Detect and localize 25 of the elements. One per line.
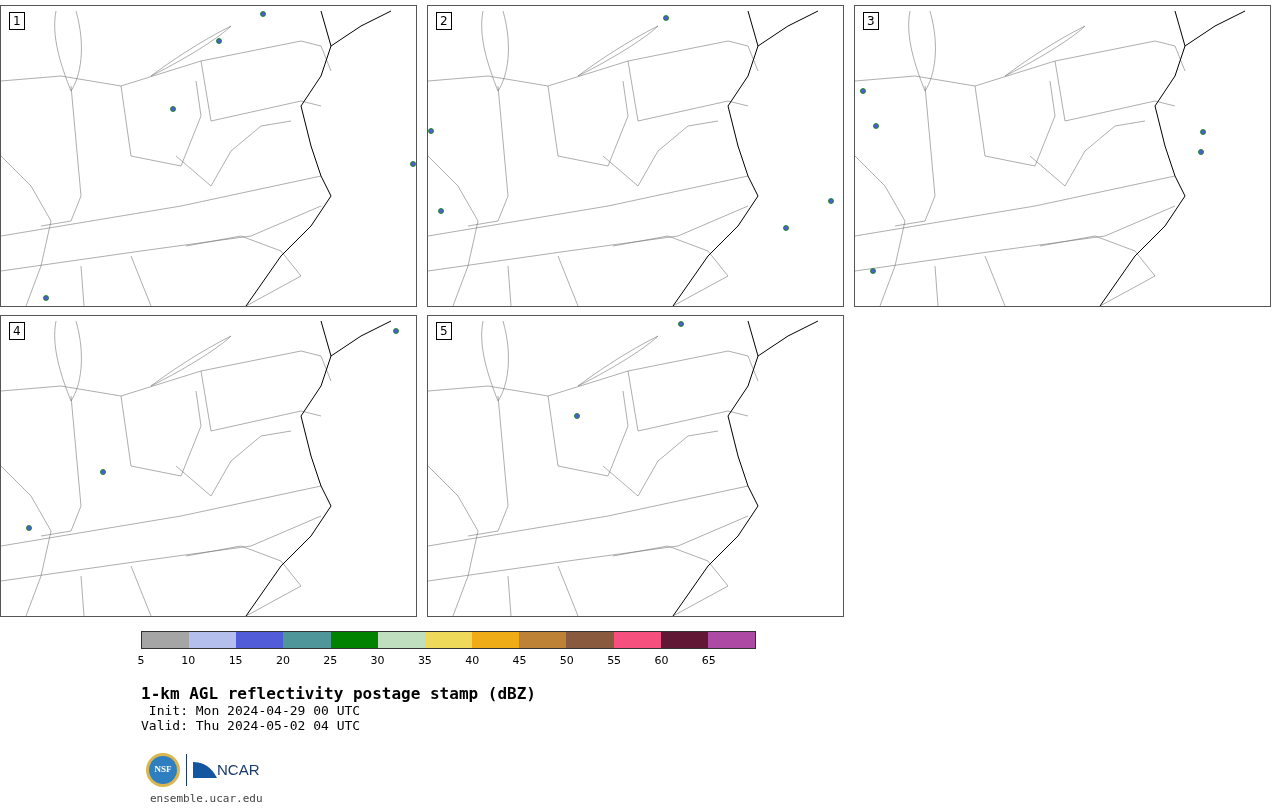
panel-number: 3: [863, 12, 879, 30]
tick-label: 40: [465, 655, 480, 667]
tick-label: 30: [370, 655, 385, 667]
tick-label: 20: [275, 655, 290, 667]
chart-title: 1-km AGL reflectivity postage stamp (dBZ): [141, 685, 537, 703]
website-url: ensemble.ucar.edu: [150, 791, 264, 807]
panel-number: 2: [436, 12, 452, 30]
tick-label: 5: [137, 655, 145, 667]
panel-number: 1: [9, 12, 25, 30]
arc-logo-icon: [193, 760, 217, 780]
tick-label: 10: [181, 655, 196, 667]
tick-label: 45: [512, 655, 527, 667]
init-time: Init: Mon 2024-04-29 00 UTC: [147, 703, 362, 718]
logo-text: NCAR: [217, 759, 260, 780]
valid-time: Valid: Thu 2024-05-02 04 UTC: [141, 718, 362, 733]
tick-label: 60: [654, 655, 669, 667]
tick-label: 55: [607, 655, 622, 667]
tick-label: 50: [559, 655, 574, 667]
panel-number: 5: [436, 322, 452, 340]
tick-label: 15: [228, 655, 243, 667]
panel-number: 4: [9, 322, 25, 340]
logo-text: NSF: [154, 763, 172, 777]
tick-label: 35: [417, 655, 432, 667]
tick-label: 25: [323, 655, 338, 667]
tick-label: 65: [701, 655, 716, 667]
